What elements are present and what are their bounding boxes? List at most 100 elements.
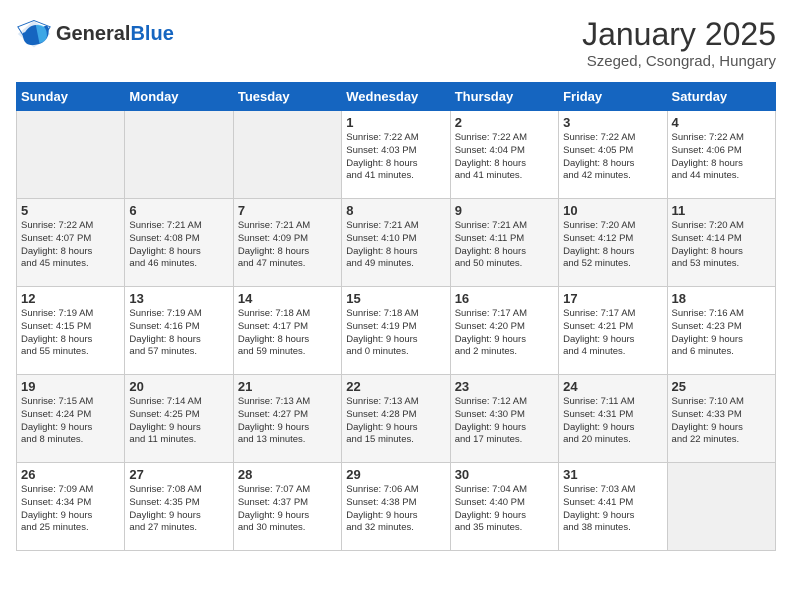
header-cell-sunday: Sunday [17,83,125,111]
title-area: January 2025 Szeged, Csongrad, Hungary [582,16,776,70]
day-number: 16 [455,291,554,306]
day-number: 10 [563,203,662,218]
week-row-3: 19 Sunrise: 7:15 AM Sunset: 4:24 PM Dayli… [17,375,776,463]
day-number: 28 [238,467,337,482]
day-cell: 20 Sunrise: 7:14 AM Sunset: 4:25 PM Dayli… [125,375,233,463]
day-cell: 11 Sunrise: 7:20 AM Sunset: 4:14 PM Dayli… [667,199,775,287]
day-cell: 28 Sunrise: 7:07 AM Sunset: 4:37 PM Dayli… [233,463,341,551]
day-info: Sunrise: 7:21 AM Sunset: 4:08 PM Dayligh… [129,220,228,271]
logo-general-text: General [56,23,130,45]
day-info: Sunrise: 7:19 AM Sunset: 4:15 PM Dayligh… [21,308,120,359]
day-info: Sunrise: 7:22 AM Sunset: 4:05 PM Dayligh… [563,132,662,183]
day-number: 27 [129,467,228,482]
calendar-title: January 2025 [582,16,776,53]
header-row: SundayMondayTuesdayWednesdayThursdayFrid… [17,83,776,111]
day-number: 14 [238,291,337,306]
logo-icon [16,16,52,52]
day-cell: 14 Sunrise: 7:18 AM Sunset: 4:17 PM Dayli… [233,287,341,375]
day-number: 20 [129,379,228,394]
day-number: 26 [21,467,120,482]
day-info: Sunrise: 7:11 AM Sunset: 4:31 PM Dayligh… [563,396,662,447]
day-number: 9 [455,203,554,218]
day-info: Sunrise: 7:08 AM Sunset: 4:35 PM Dayligh… [129,484,228,535]
day-number: 1 [346,115,445,130]
header-cell-tuesday: Tuesday [233,83,341,111]
day-number: 2 [455,115,554,130]
calendar-header: SundayMondayTuesdayWednesdayThursdayFrid… [17,83,776,111]
week-row-0: 1 Sunrise: 7:22 AM Sunset: 4:03 PM Daylig… [17,111,776,199]
day-number: 5 [21,203,120,218]
day-info: Sunrise: 7:14 AM Sunset: 4:25 PM Dayligh… [129,396,228,447]
day-number: 30 [455,467,554,482]
day-cell: 16 Sunrise: 7:17 AM Sunset: 4:20 PM Dayli… [450,287,558,375]
day-info: Sunrise: 7:22 AM Sunset: 4:03 PM Dayligh… [346,132,445,183]
day-cell: 24 Sunrise: 7:11 AM Sunset: 4:31 PM Dayli… [559,375,667,463]
logo: GeneralBlue [16,16,174,52]
day-cell: 23Sunrise: 7:12 AM Sunset: 4:30 PM Dayli… [450,375,558,463]
day-info: Sunrise: 7:20 AM Sunset: 4:12 PM Dayligh… [563,220,662,271]
day-cell: 31Sunrise: 7:03 AM Sunset: 4:41 PM Dayli… [559,463,667,551]
day-cell: 15Sunrise: 7:18 AM Sunset: 4:19 PM Dayli… [342,287,450,375]
day-cell: 19 Sunrise: 7:15 AM Sunset: 4:24 PM Dayli… [17,375,125,463]
day-info: Sunrise: 7:22 AM Sunset: 4:04 PM Dayligh… [455,132,554,183]
day-cell: 30Sunrise: 7:04 AM Sunset: 4:40 PM Dayli… [450,463,558,551]
day-info: Sunrise: 7:21 AM Sunset: 4:10 PM Dayligh… [346,220,445,271]
day-cell [17,111,125,199]
day-info: Sunrise: 7:09 AM Sunset: 4:34 PM Dayligh… [21,484,120,535]
day-cell: 27 Sunrise: 7:08 AM Sunset: 4:35 PM Dayli… [125,463,233,551]
day-cell: 12 Sunrise: 7:19 AM Sunset: 4:15 PM Dayli… [17,287,125,375]
day-info: Sunrise: 7:03 AM Sunset: 4:41 PM Dayligh… [563,484,662,535]
day-number: 3 [563,115,662,130]
day-info: Sunrise: 7:18 AM Sunset: 4:17 PM Dayligh… [238,308,337,359]
day-number: 25 [672,379,771,394]
day-info: Sunrise: 7:07 AM Sunset: 4:37 PM Dayligh… [238,484,337,535]
calendar-table: SundayMondayTuesdayWednesdayThursdayFrid… [16,82,776,551]
day-number: 22 [346,379,445,394]
day-number: 4 [672,115,771,130]
day-info: Sunrise: 7:21 AM Sunset: 4:09 PM Dayligh… [238,220,337,271]
day-number: 19 [21,379,120,394]
day-cell: 8 Sunrise: 7:21 AM Sunset: 4:10 PM Daylig… [342,199,450,287]
day-info: Sunrise: 7:22 AM Sunset: 4:06 PM Dayligh… [672,132,771,183]
day-cell: 13 Sunrise: 7:19 AM Sunset: 4:16 PM Dayli… [125,287,233,375]
day-info: Sunrise: 7:20 AM Sunset: 4:14 PM Dayligh… [672,220,771,271]
week-row-4: 26 Sunrise: 7:09 AM Sunset: 4:34 PM Dayli… [17,463,776,551]
day-info: Sunrise: 7:17 AM Sunset: 4:20 PM Dayligh… [455,308,554,359]
day-number: 7 [238,203,337,218]
day-info: Sunrise: 7:12 AM Sunset: 4:30 PM Dayligh… [455,396,554,447]
day-cell: 2 Sunrise: 7:22 AM Sunset: 4:04 PM Daylig… [450,111,558,199]
day-info: Sunrise: 7:16 AM Sunset: 4:23 PM Dayligh… [672,308,771,359]
day-cell: 17Sunrise: 7:17 AM Sunset: 4:21 PM Dayli… [559,287,667,375]
day-number: 17 [563,291,662,306]
header-cell-friday: Friday [559,83,667,111]
day-number: 21 [238,379,337,394]
day-info: Sunrise: 7:13 AM Sunset: 4:27 PM Dayligh… [238,396,337,447]
logo-blue-text: Blue [130,23,173,45]
day-cell: 10 Sunrise: 7:20 AM Sunset: 4:12 PM Dayli… [559,199,667,287]
day-info: Sunrise: 7:19 AM Sunset: 4:16 PM Dayligh… [129,308,228,359]
day-cell: 26 Sunrise: 7:09 AM Sunset: 4:34 PM Dayli… [17,463,125,551]
day-number: 18 [672,291,771,306]
day-cell: 6Sunrise: 7:21 AM Sunset: 4:08 PM Daylig… [125,199,233,287]
header-cell-monday: Monday [125,83,233,111]
day-cell [667,463,775,551]
day-cell [233,111,341,199]
day-cell: 1 Sunrise: 7:22 AM Sunset: 4:03 PM Daylig… [342,111,450,199]
day-number: 13 [129,291,228,306]
header: GeneralBlue January 2025 Szeged, Csongra… [16,16,776,70]
day-cell: 3 Sunrise: 7:22 AM Sunset: 4:05 PM Daylig… [559,111,667,199]
day-info: Sunrise: 7:15 AM Sunset: 4:24 PM Dayligh… [21,396,120,447]
calendar-subtitle: Szeged, Csongrad, Hungary [582,53,776,70]
day-number: 8 [346,203,445,218]
day-info: Sunrise: 7:22 AM Sunset: 4:07 PM Dayligh… [21,220,120,271]
day-number: 24 [563,379,662,394]
header-cell-thursday: Thursday [450,83,558,111]
day-number: 11 [672,203,771,218]
day-cell [125,111,233,199]
week-row-1: 5 Sunrise: 7:22 AM Sunset: 4:07 PM Daylig… [17,199,776,287]
day-info: Sunrise: 7:18 AM Sunset: 4:19 PM Dayligh… [346,308,445,359]
logo-text: GeneralBlue [56,23,174,45]
day-cell: 21 Sunrise: 7:13 AM Sunset: 4:27 PM Dayli… [233,375,341,463]
day-cell: 22Sunrise: 7:13 AM Sunset: 4:28 PM Dayli… [342,375,450,463]
day-number: 12 [21,291,120,306]
